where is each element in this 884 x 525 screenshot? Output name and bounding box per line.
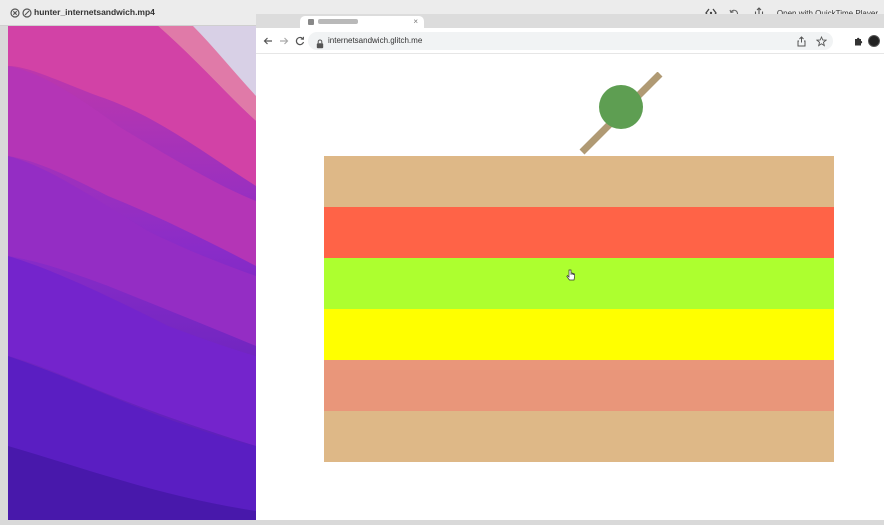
tab-strip: ×	[256, 14, 884, 28]
browser-window: × internetsandwich.glitch.me	[256, 14, 884, 520]
file-title: hunter_internetsandwich.mp4	[34, 7, 155, 17]
extensions-puzzle-icon[interactable]	[852, 35, 864, 47]
profile-avatar[interactable]	[868, 35, 880, 47]
page-content	[256, 54, 884, 520]
tomato-layer	[324, 207, 834, 258]
share-icon[interactable]	[795, 35, 807, 47]
fullscreen-icon[interactable]	[22, 8, 32, 18]
forward-arrow-icon[interactable]	[278, 35, 290, 47]
lettuce-layer	[324, 258, 834, 309]
tab-title-blurred	[318, 19, 358, 24]
bookmark-star-icon[interactable]	[815, 35, 827, 47]
lock-icon[interactable]	[316, 36, 325, 49]
browser-tab[interactable]: ×	[300, 16, 424, 28]
browser-toolbar: internetsandwich.glitch.me	[256, 28, 884, 54]
sandwich	[324, 156, 834, 462]
cheese-layer	[324, 309, 834, 360]
pointer-cursor-icon	[566, 268, 576, 281]
desktop-wallpaper	[8, 26, 256, 520]
olive	[599, 85, 643, 129]
url-text: internetsandwich.glitch.me	[328, 36, 423, 45]
close-icon[interactable]	[10, 8, 20, 18]
address-bar[interactable]: internetsandwich.glitch.me	[308, 32, 833, 50]
toothpick-with-olive	[576, 71, 666, 158]
ham-layer	[324, 360, 834, 411]
bread-bottom-layer	[324, 411, 834, 462]
close-tab-icon[interactable]: ×	[413, 17, 418, 27]
favicon-icon	[308, 19, 314, 25]
reload-icon[interactable]	[294, 35, 306, 47]
back-arrow-icon[interactable]	[262, 35, 274, 47]
bread-top-layer	[324, 156, 834, 207]
